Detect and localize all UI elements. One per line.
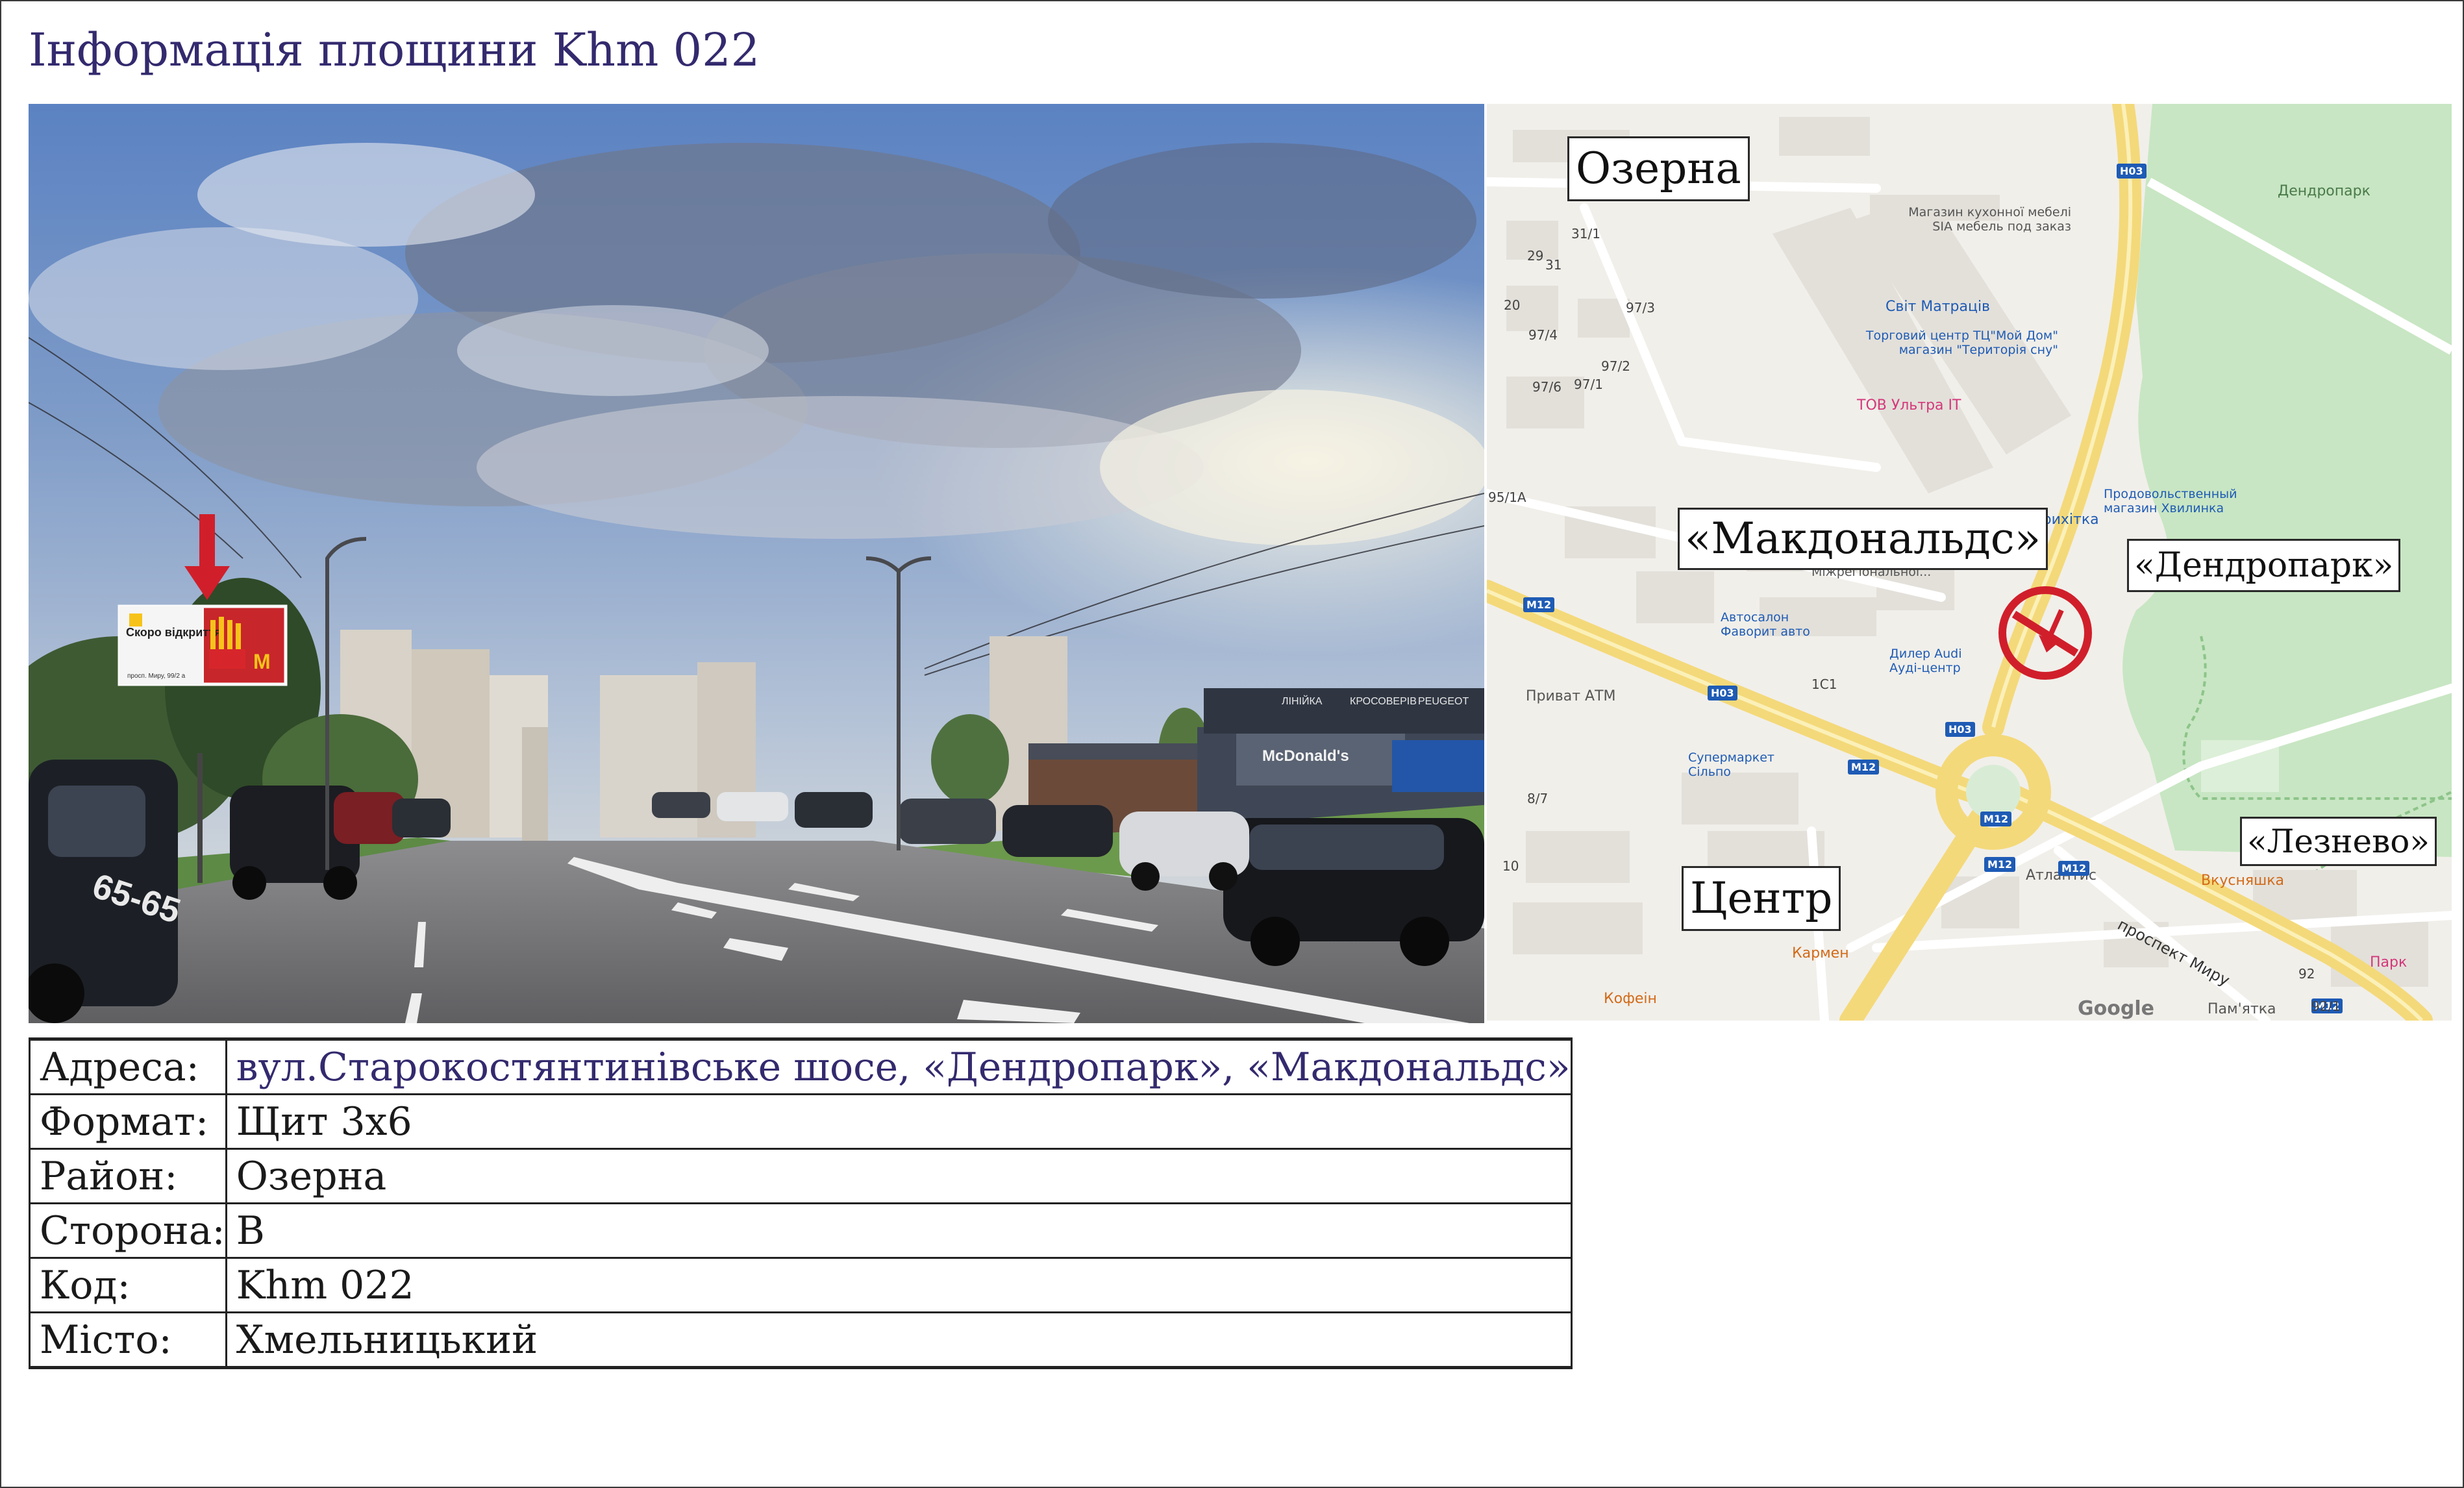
map-place-karmen[interactable]: Кармен xyxy=(1792,945,1849,961)
side-value: B xyxy=(225,1202,1573,1259)
house-number: 31 xyxy=(1545,257,1562,273)
map-place-svit-matratsiv[interactable]: Світ Матраців xyxy=(1885,299,1990,315)
house-number: 1С1 xyxy=(1811,676,1837,692)
map-label-tsentr: Центр xyxy=(1682,866,1841,931)
house-number: 97/4 xyxy=(1528,327,1558,343)
shop-sign-2: КРОСОВЕРІВ xyxy=(1350,696,1417,707)
address-label: Адреса: xyxy=(29,1037,227,1095)
street-photo: McDonald's ЛІНІЙКА КРОСОВЕРІВ PEUGEOT 65… xyxy=(29,104,1484,1023)
mcdonalds-logo-icon: M xyxy=(253,650,271,673)
map-label-dendropark: «Дендропарк» xyxy=(2127,539,2401,592)
mcdonalds-sign: McDonald's xyxy=(1262,747,1349,765)
house-number: 29 xyxy=(1527,248,1544,264)
map-place-pryvat-atm[interactable]: Приват АТМ xyxy=(1526,688,1616,704)
road-shield: H03 xyxy=(1708,686,1737,701)
map-label-makdonalds: «Макдональдс» xyxy=(1678,508,2048,570)
info-table: Адреса: вул.Старокостянтинівське шосе, «… xyxy=(29,1037,1573,1369)
location-map[interactable]: Дендропарк Магазин кухонної мебелі SIA м… xyxy=(1487,104,2452,1021)
map-place-audi[interactable]: Дилер Audi Ауді-центр xyxy=(1889,647,1993,675)
road-shield: M12 xyxy=(2058,861,2090,876)
map-place-vkusnyashka[interactable]: Вкусняшка xyxy=(2201,873,2284,889)
road-shield: M12 xyxy=(1980,812,2012,826)
road-shield: H03 xyxy=(1945,722,1975,737)
map-place-silpo[interactable]: Супермаркет Сільпо xyxy=(1688,750,1792,779)
page-title: Інформація площини Khm 022 xyxy=(29,23,760,77)
district-value: Озерна xyxy=(225,1148,1573,1204)
address-value: вул.Старокостянтинівське шосе, «Дендропа… xyxy=(225,1037,1573,1095)
code-label: Код: xyxy=(29,1257,227,1313)
house-number: 20 xyxy=(1504,297,1521,313)
shop-sign-1: ЛІНІЙКА xyxy=(1282,695,1323,707)
format-value: Щит 3х6 xyxy=(225,1093,1573,1150)
map-place-dendropark[interactable]: Дендропарк xyxy=(2278,183,2371,199)
map-place-pamyatka[interactable]: Пам'ятка xyxy=(2208,1001,2276,1017)
table-row: Адреса: вул.Старокостянтинівське шосе, «… xyxy=(29,1037,1573,1095)
road-shield: M12 xyxy=(1523,597,1555,612)
house-number: 31/1 xyxy=(1571,226,1600,242)
format-label: Формат: xyxy=(29,1093,227,1150)
billboard-sub: просп. Миру, 99/2 а xyxy=(127,673,186,680)
road-shield: M12 xyxy=(1848,760,1880,775)
code-value: Khm 022 xyxy=(225,1257,1573,1313)
side-label: Сторона: xyxy=(29,1202,227,1259)
road-shield: H03 xyxy=(2117,164,2147,179)
district-label: Район: xyxy=(29,1148,227,1204)
city-label: Місто: xyxy=(29,1311,227,1369)
house-number: 97/1 xyxy=(1574,377,1603,392)
house-number: 95/1А xyxy=(1488,490,1526,505)
table-row: Сторона: B xyxy=(29,1202,1573,1259)
map-place-kofein[interactable]: Кофеін xyxy=(1604,991,1657,1007)
billboard-text: Скоро відкриття! xyxy=(126,626,225,639)
house-number: 92 xyxy=(2298,966,2315,982)
house-number: 97/2 xyxy=(1601,358,1630,374)
map-place-autosalon[interactable]: Автосалон Фаворит авто xyxy=(1721,610,1837,639)
street-photo-illustration: McDonald's ЛІНІЙКА КРОСОВЕРІВ PEUGEOT 65… xyxy=(29,104,1484,1023)
map-place-trade-center[interactable]: Торговий центр ТЦ"Мой Дом" магазин "Тери… xyxy=(1863,329,2058,357)
map-place-ultra-it[interactable]: ТОВ Ультра ІТ xyxy=(1857,397,1961,414)
shop-sign-3: PEUGEOT xyxy=(1418,696,1469,707)
table-row: Район: Озерна xyxy=(29,1148,1573,1204)
house-number: 97/6 xyxy=(1532,379,1562,395)
google-logo: Google xyxy=(2078,997,2154,1020)
table-row: Місто: Хмельницький xyxy=(29,1311,1573,1369)
table-row: Код: Khm 022 xyxy=(29,1257,1573,1313)
map-label-leznevo: «Лезнево» xyxy=(2240,817,2437,866)
map-place-park[interactable]: Парк xyxy=(2370,954,2407,971)
house-number: 10 xyxy=(1502,858,1519,874)
map-place-kitchen-furniture[interactable]: Магазин кухонної мебелі SIA мебель под з… xyxy=(1902,205,2071,234)
table-row: Формат: Щит 3х6 xyxy=(29,1093,1573,1150)
city-value: Хмельницький xyxy=(225,1311,1573,1369)
map-label-ozerna: Озерна xyxy=(1567,136,1750,201)
map-place-khvylynka[interactable]: Продовольственный магазин Хвилинка xyxy=(2104,487,2253,515)
house-number: 97/3 xyxy=(1626,300,1655,316)
road-shield: M12 xyxy=(1984,857,2016,872)
house-number: 92/1 xyxy=(2311,998,2341,1014)
house-number: 8/7 xyxy=(1527,791,1549,806)
